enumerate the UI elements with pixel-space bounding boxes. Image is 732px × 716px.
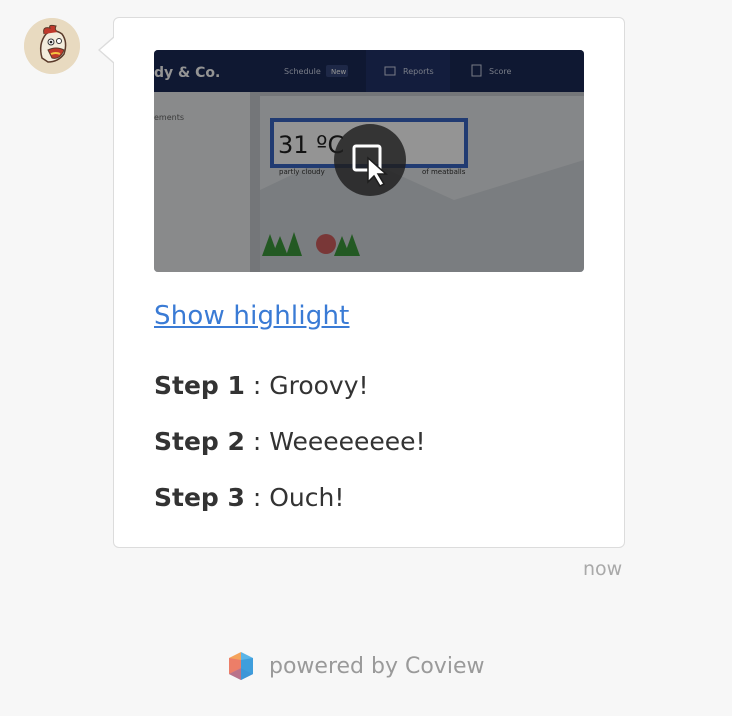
- step-item: Step 2 : Weeeeeeee!: [154, 428, 426, 484]
- step-text: Groovy!: [269, 371, 369, 400]
- steps-list: Step 1 : Groovy! Step 2 : Weeeeeeee! Ste…: [154, 372, 426, 540]
- message-timestamp: now: [583, 558, 623, 580]
- step-label: Step 2: [154, 427, 245, 456]
- coview-logo-icon: [229, 652, 253, 680]
- avatar: [24, 18, 80, 74]
- highlight-preview[interactable]: dy & Co. Schedule New Reports Score emen…: [154, 50, 584, 272]
- show-highlight-link[interactable]: Show highlight: [154, 301, 350, 331]
- step-separator: :: [244, 427, 270, 456]
- step-label: Step 3: [154, 483, 245, 512]
- preview-screenshot: dy & Co. Schedule New Reports Score emen…: [154, 50, 584, 272]
- step-separator: :: [244, 371, 270, 400]
- powered-by-footer[interactable]: powered by Coview: [227, 648, 484, 684]
- step-text: Weeeeeeee!: [269, 427, 426, 456]
- powered-by-text: powered by Coview: [269, 653, 485, 679]
- step-separator: :: [244, 483, 270, 512]
- step-text: Ouch!: [269, 483, 345, 512]
- avatar-illustration: [24, 18, 80, 74]
- bubble-tail-inner: [100, 37, 115, 63]
- step-item: Step 3 : Ouch!: [154, 484, 426, 540]
- message-bubble: dy & Co. Schedule New Reports Score emen…: [113, 17, 625, 548]
- screen-cursor-icon[interactable]: [334, 124, 406, 196]
- step-item: Step 1 : Groovy!: [154, 372, 426, 428]
- step-label: Step 1: [154, 371, 245, 400]
